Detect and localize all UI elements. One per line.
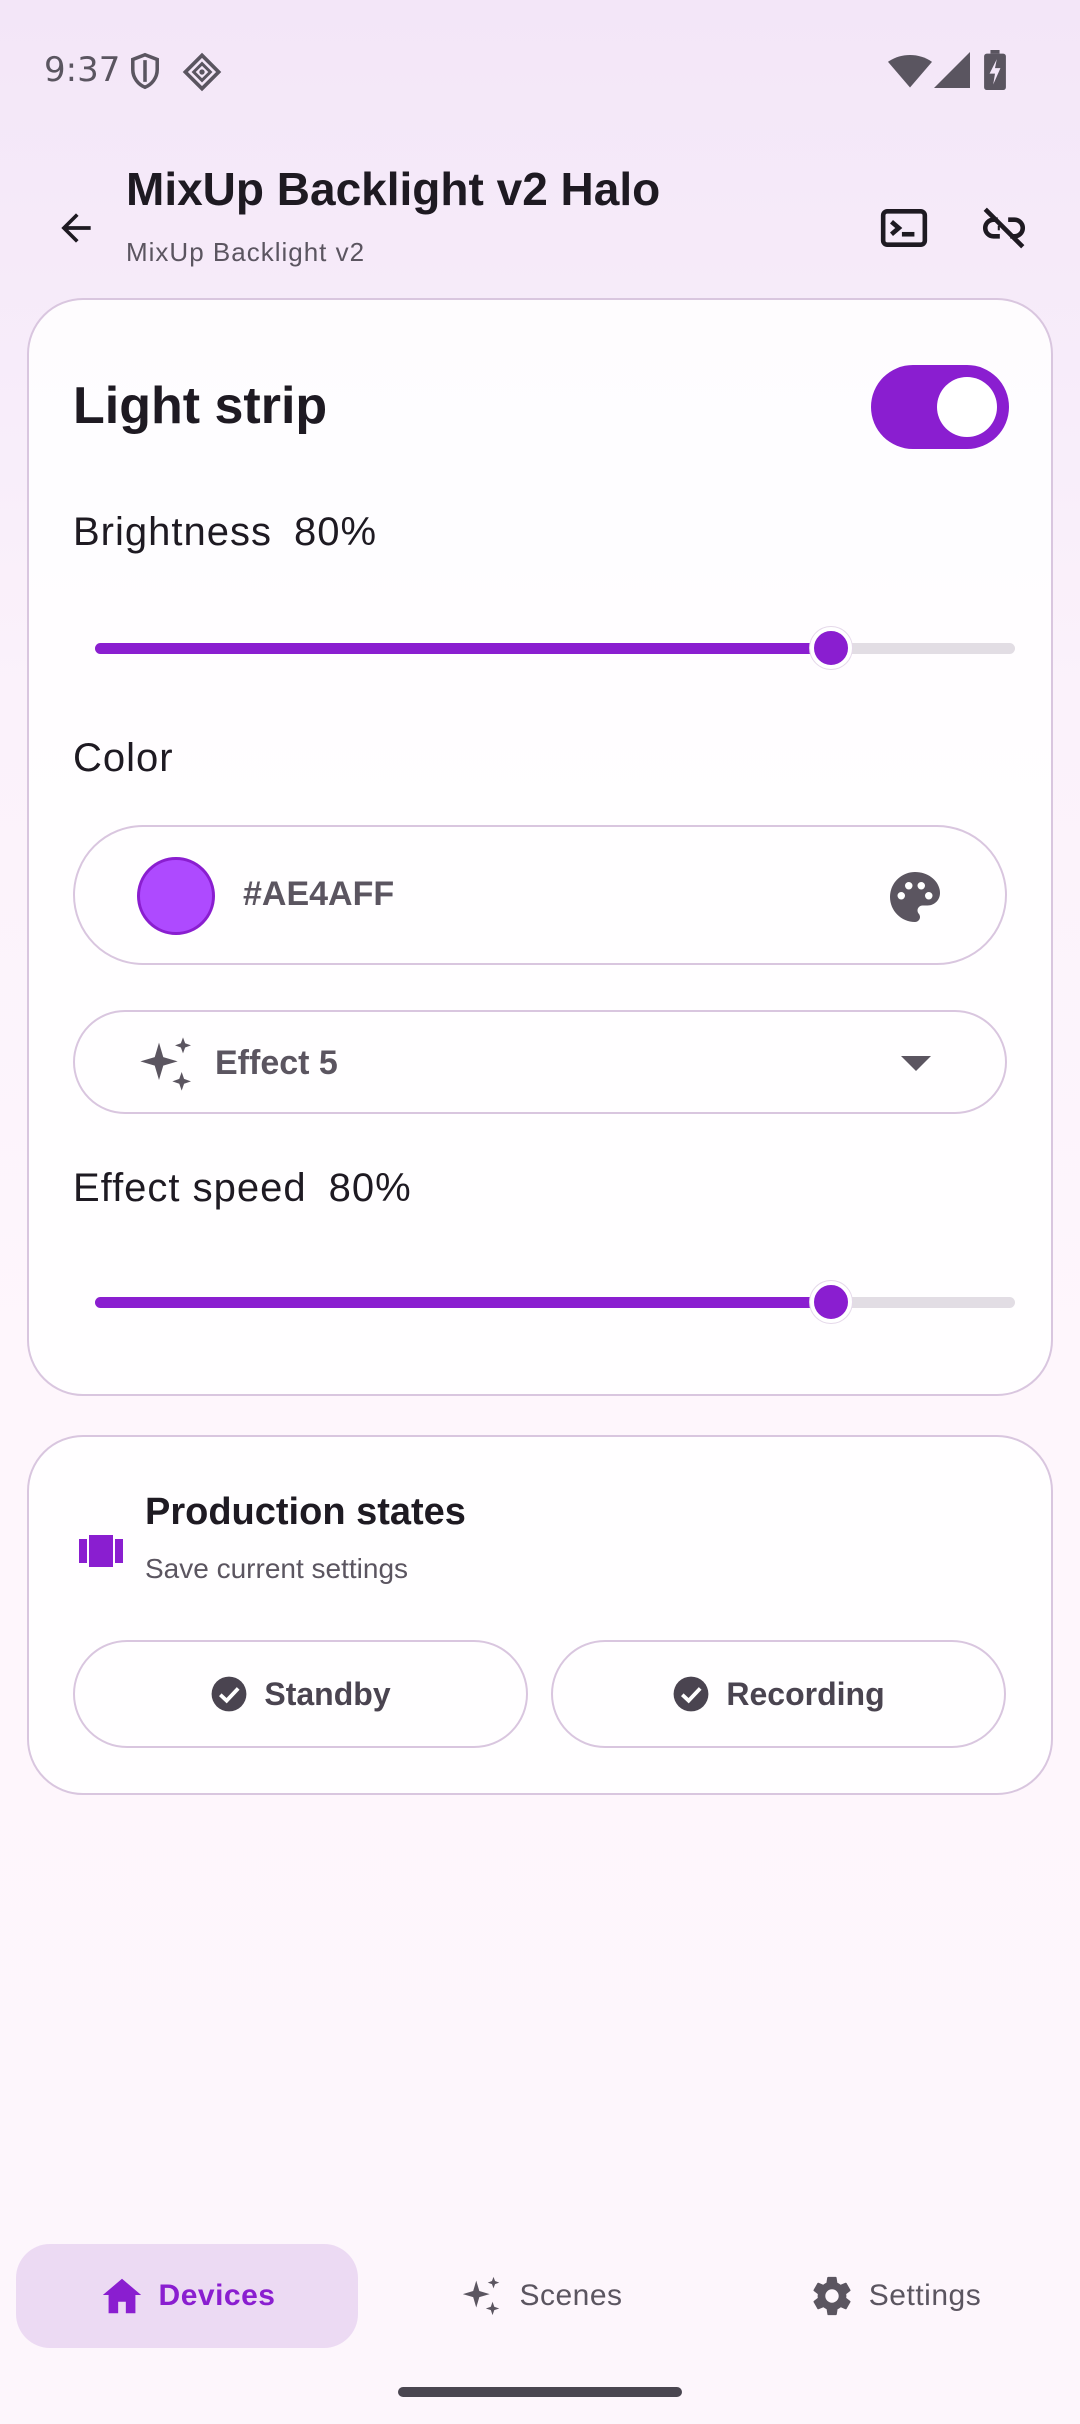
back-button[interactable] bbox=[44, 196, 108, 260]
nav-devices[interactable]: Devices bbox=[16, 2244, 358, 2348]
sparkle-icon bbox=[140, 1037, 191, 1091]
production-states-title: Production states bbox=[145, 1491, 466, 1533]
production-states-subtitle: Save current settings bbox=[145, 1553, 409, 1584]
shield-icon bbox=[131, 52, 159, 90]
effect-speed-value: 80% bbox=[328, 1166, 412, 1210]
wifi-icon bbox=[888, 54, 932, 88]
nav-devices-label: Devices bbox=[158, 2279, 276, 2312]
color-swatch[interactable] bbox=[137, 857, 215, 935]
battery-charging-icon bbox=[984, 50, 1006, 90]
status-bar: 9:37 bbox=[0, 0, 1080, 140]
diamond-icon bbox=[182, 52, 222, 92]
slider-thumb[interactable] bbox=[810, 1281, 852, 1323]
home-indicator[interactable] bbox=[398, 2387, 682, 2397]
brightness-value: 80% bbox=[293, 510, 378, 554]
brightness-label-text: Brightness bbox=[73, 510, 272, 554]
effect-speed-label-text: Effect speed bbox=[73, 1166, 307, 1210]
view-carousel-icon bbox=[79, 1535, 123, 1567]
palette-icon[interactable] bbox=[885, 867, 945, 927]
nav-settings-label: Settings bbox=[868, 2279, 982, 2312]
check-circle-icon bbox=[211, 1676, 247, 1712]
standby-button[interactable]: Standby bbox=[73, 1640, 528, 1748]
home-icon bbox=[102, 2278, 141, 2314]
dropdown-arrow-icon bbox=[901, 1056, 931, 1071]
effect-dropdown[interactable]: Effect 5 bbox=[73, 1010, 1007, 1114]
app-bar: MixUp Backlight v2 Halo MixUp Backlight … bbox=[0, 140, 1080, 290]
nav-scenes-label: Scenes bbox=[519, 2279, 623, 2312]
arrow-back-icon bbox=[61, 213, 91, 243]
disconnect-button[interactable] bbox=[966, 190, 1042, 266]
link-off-icon bbox=[983, 207, 1025, 249]
recording-button[interactable]: Recording bbox=[551, 1640, 1006, 1748]
effect-speed-slider[interactable] bbox=[95, 1280, 1015, 1324]
page-subtitle: MixUp Backlight v2 bbox=[126, 237, 366, 267]
effect-speed-label: Effect speed 80% bbox=[73, 1166, 412, 1211]
page-title: MixUp Backlight v2 Halo bbox=[126, 163, 661, 215]
slider-thumb[interactable] bbox=[810, 627, 852, 669]
slider-fill bbox=[95, 643, 831, 654]
standby-label: Standby bbox=[264, 1675, 391, 1712]
recording-label: Recording bbox=[726, 1675, 885, 1712]
terminal-icon bbox=[880, 209, 928, 247]
effect-selected: Effect 5 bbox=[215, 1044, 338, 1082]
status-time: 9:37 bbox=[44, 50, 121, 90]
production-states-card: Production states Save current settings … bbox=[27, 1435, 1053, 1795]
cell-signal-icon bbox=[934, 52, 970, 88]
light-strip-card: Light strip Brightness 80% Color #AE4AFF … bbox=[27, 298, 1053, 1396]
brightness-label: Brightness 80% bbox=[73, 510, 377, 555]
terminal-button[interactable] bbox=[866, 190, 942, 266]
sparkle-icon bbox=[463, 2276, 500, 2316]
bottom-navigation: Devices Scenes Settings bbox=[0, 2232, 1080, 2424]
color-label: Color bbox=[73, 736, 174, 780]
brightness-slider[interactable] bbox=[95, 626, 1015, 670]
light-strip-toggle[interactable] bbox=[871, 365, 1009, 449]
nav-scenes[interactable]: Scenes bbox=[370, 2244, 712, 2348]
nav-settings[interactable]: Settings bbox=[724, 2244, 1066, 2348]
light-strip-title: Light strip bbox=[73, 377, 328, 435]
color-hex-value: #AE4AFF bbox=[243, 875, 395, 913]
check-circle-icon bbox=[673, 1676, 709, 1712]
toggle-knob bbox=[937, 377, 997, 437]
gear-icon bbox=[813, 2276, 851, 2316]
color-picker-field[interactable]: #AE4AFF bbox=[73, 825, 1007, 965]
slider-fill bbox=[95, 1297, 831, 1308]
